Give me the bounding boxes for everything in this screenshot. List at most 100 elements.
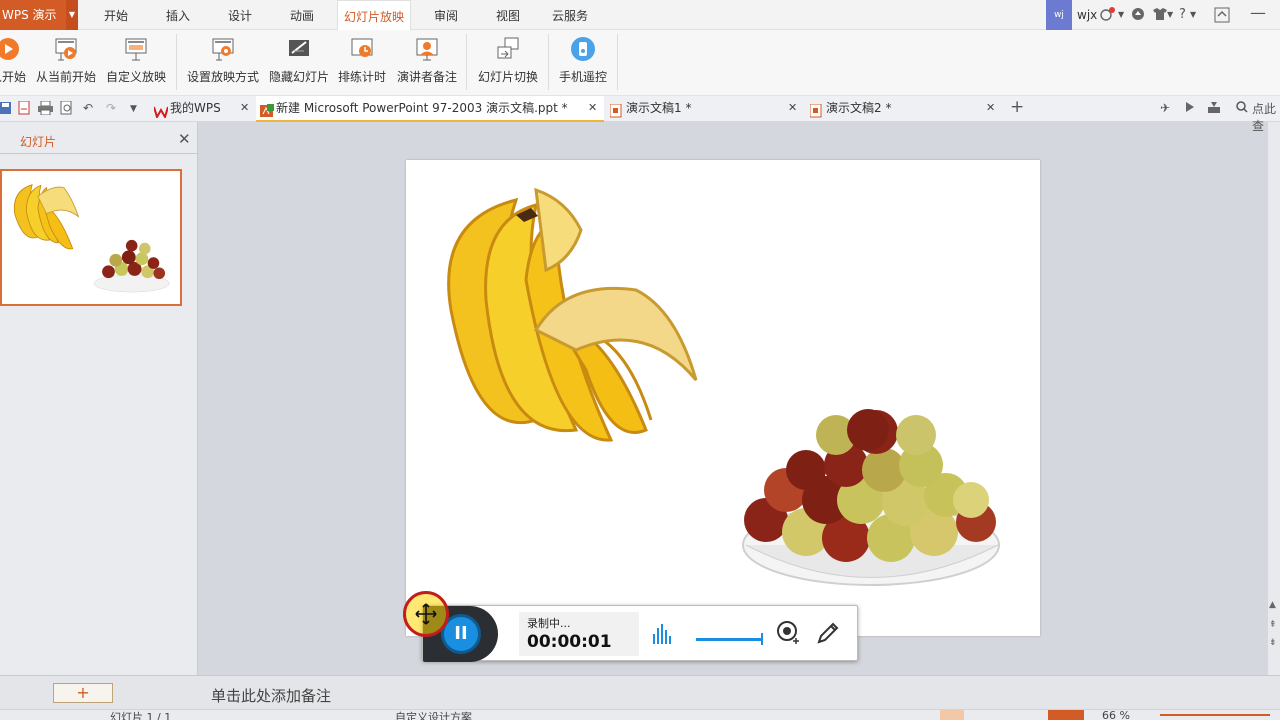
next-slide-icon[interactable]: ⇟ bbox=[1269, 638, 1277, 648]
rehearse-timing-button[interactable]: 排练计时 bbox=[336, 34, 388, 92]
prev-slide-icon[interactable]: ⇞ bbox=[1269, 620, 1277, 630]
dropdown-caret-icon[interactable]: ▼ bbox=[1118, 10, 1124, 19]
notes-pane[interactable]: 单击此处添加备注 bbox=[199, 675, 1280, 709]
doctab-ppt-file[interactable]: 新建 Microsoft PowerPoint 97-2003 演示文稿.ppt… bbox=[256, 96, 604, 122]
hide-slide-button[interactable]: 隐藏幻灯片 bbox=[268, 34, 330, 92]
banana-image bbox=[447, 187, 698, 442]
tab-design[interactable]: 设计 bbox=[219, 0, 261, 30]
notes-placeholder[interactable]: 单击此处添加备注 bbox=[211, 685, 331, 706]
app-menu-button[interactable]: WPS 演示 ▼ bbox=[0, 0, 78, 30]
normal-view-button[interactable] bbox=[940, 710, 964, 720]
doctab-presentation-2[interactable]: 演示文稿2 * ✕ bbox=[806, 96, 1002, 122]
slide-transition-icon bbox=[495, 36, 521, 62]
add-slide-area: + bbox=[0, 675, 199, 709]
skin-icon[interactable] bbox=[1099, 7, 1117, 27]
ppt-file-icon bbox=[260, 102, 274, 117]
doctab-label: 演示文稿2 * bbox=[826, 101, 892, 115]
zoom-slider[interactable] bbox=[1160, 714, 1270, 716]
panel-title[interactable]: 幻灯片 bbox=[20, 133, 56, 150]
app-menu-caret-icon[interactable]: ▼ bbox=[66, 0, 78, 30]
recording-status: 录制中... 00:00:01 bbox=[519, 612, 639, 656]
hide-slide-icon bbox=[286, 36, 312, 62]
move-cursor-icon bbox=[415, 603, 437, 625]
phone-remote-icon bbox=[570, 36, 596, 62]
share-icon[interactable] bbox=[1131, 7, 1145, 25]
play-start-icon bbox=[0, 36, 21, 62]
custom-show-label: 自定义放映 bbox=[105, 70, 166, 84]
close-tab-icon[interactable]: ✕ bbox=[588, 96, 597, 120]
tab-home[interactable]: 开始 bbox=[95, 0, 137, 30]
user-avatar[interactable]: wj bbox=[1046, 0, 1072, 30]
play-slideshow-button[interactable] bbox=[1048, 710, 1084, 720]
tab-slideshow[interactable]: 幻灯片放映 bbox=[337, 0, 411, 31]
close-panel-icon[interactable]: ✕ bbox=[178, 130, 191, 148]
theme-name[interactable]: 自定义设计方案 bbox=[395, 710, 472, 720]
shirt-icon[interactable] bbox=[1152, 7, 1168, 25]
tab-cloud[interactable]: 云服务 bbox=[545, 0, 595, 30]
panel-header: 幻灯片 ✕ bbox=[0, 128, 198, 154]
search-icon[interactable] bbox=[1236, 101, 1248, 116]
close-tab-icon[interactable]: ✕ bbox=[788, 96, 797, 120]
status-bar: 幻灯片 1 / 1 自定义设计方案 66 % bbox=[0, 709, 1280, 720]
save-icon[interactable] bbox=[0, 101, 12, 118]
custom-show-button[interactable]: 自定义放映 bbox=[105, 34, 167, 92]
rehearse-timing-label: 排练计时 bbox=[337, 70, 386, 84]
help-icon[interactable]: ? bbox=[1179, 7, 1186, 22]
slide-transition-button[interactable]: 幻灯片切换 bbox=[476, 34, 540, 92]
recording-timer: 00:00:01 bbox=[527, 632, 612, 652]
speaker-notes-button[interactable]: 演讲者备注 bbox=[396, 34, 458, 92]
phone-remote-button[interactable]: 手机遥控 bbox=[556, 34, 610, 92]
doctab-presentation-1[interactable]: 演示文稿1 * ✕ bbox=[606, 96, 804, 122]
tab-review[interactable]: 审阅 bbox=[425, 0, 467, 30]
new-tab-button[interactable]: + bbox=[1010, 97, 1024, 117]
document-tab-bar: ↶ ↷ ▼ 我的WPS ✕ 新建 Microsoft PowerPoint 97… bbox=[0, 96, 1280, 133]
print-preview-icon[interactable] bbox=[60, 100, 74, 118]
slide-thumbnail-1[interactable] bbox=[0, 169, 182, 306]
close-tab-icon[interactable]: ✕ bbox=[986, 96, 995, 120]
download-icon[interactable] bbox=[1208, 101, 1220, 116]
pen-icon[interactable] bbox=[815, 620, 841, 646]
vertical-scrollbar[interactable]: ▲ ⇞ ⇟ bbox=[1267, 122, 1280, 675]
sync-icon[interactable] bbox=[1184, 101, 1196, 116]
dropdown-caret-icon[interactable]: ▼ bbox=[1190, 10, 1196, 19]
slide-canvas[interactable] bbox=[406, 160, 1040, 636]
restore-ribbon-icon[interactable] bbox=[1214, 7, 1230, 27]
minimize-icon[interactable]: — bbox=[1250, 3, 1266, 22]
setup-show-button[interactable]: 设置放映方式 bbox=[186, 34, 260, 92]
undo-icon[interactable]: ↶ bbox=[83, 101, 93, 115]
custom-show-icon bbox=[123, 36, 149, 62]
user-name[interactable]: wjx bbox=[1077, 0, 1097, 30]
from-start-button[interactable]: 从开始 bbox=[0, 34, 30, 92]
menu-bar: WPS 演示 ▼ 开始 插入 设计 动画 幻灯片放映 审阅 视图 云服务 wj … bbox=[0, 0, 1280, 31]
ribbon: 从开始 从当前开始 自定义放映 设置放映方式 隐藏幻灯片 排练计时 bbox=[0, 30, 1280, 96]
quick-access-caret-icon[interactable]: ▼ bbox=[130, 104, 137, 114]
export-pdf-icon[interactable] bbox=[18, 100, 32, 118]
print-icon[interactable] bbox=[38, 100, 54, 118]
doctab-my-wps[interactable]: 我的WPS ✕ bbox=[150, 96, 256, 122]
ribbon-separator bbox=[176, 34, 177, 90]
audio-level-icon bbox=[653, 624, 673, 644]
tab-animation[interactable]: 动画 bbox=[281, 0, 323, 30]
slide-transition-label: 幻灯片切换 bbox=[477, 70, 538, 84]
scroll-up-icon[interactable]: ▲ bbox=[1269, 600, 1276, 610]
close-tab-icon[interactable]: ✕ bbox=[240, 96, 249, 120]
webcam-icon[interactable] bbox=[775, 620, 801, 646]
from-start-label: 从开始 bbox=[0, 70, 26, 84]
speaker-notes-label: 演讲者备注 bbox=[396, 70, 457, 84]
redo-icon[interactable]: ↷ bbox=[106, 101, 116, 115]
zoom-level[interactable]: 66 % bbox=[1102, 710, 1130, 720]
ribbon-separator bbox=[617, 34, 618, 90]
tab-insert[interactable]: 插入 bbox=[157, 0, 199, 30]
pin-icon[interactable]: ✈ bbox=[1160, 101, 1170, 115]
volume-slider[interactable] bbox=[696, 633, 763, 645]
from-current-label: 从当前开始 bbox=[35, 70, 96, 84]
dropdown-caret-icon[interactable]: ▼ bbox=[1167, 10, 1173, 19]
jujube-bowl-image bbox=[742, 409, 1000, 586]
slide-counter: 幻灯片 1 / 1 bbox=[110, 711, 172, 720]
tab-view[interactable]: 视图 bbox=[487, 0, 529, 30]
from-current-button[interactable]: 从当前开始 bbox=[35, 34, 97, 92]
phone-remote-label: 手机遥控 bbox=[558, 70, 607, 84]
app-name: WPS 演示 bbox=[2, 8, 57, 22]
speaker-notes-icon bbox=[414, 36, 440, 62]
add-slide-button[interactable]: + bbox=[53, 683, 113, 703]
